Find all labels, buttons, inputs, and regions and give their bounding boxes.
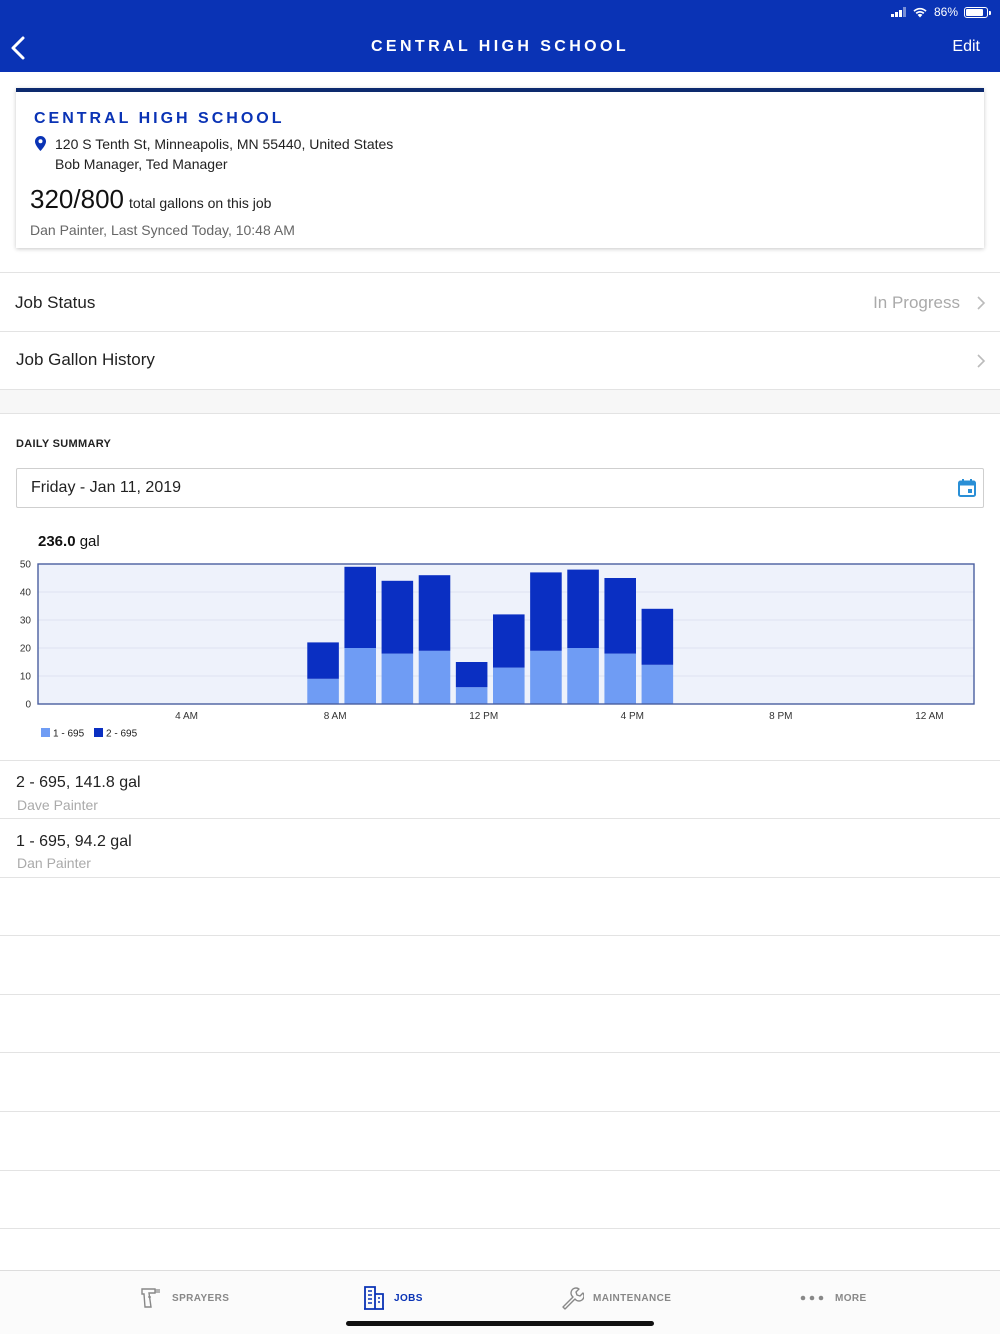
bar-segment [567, 569, 599, 648]
divider [0, 877, 1000, 878]
divider [0, 272, 1000, 273]
tab-sprayers-label: SPRAYERS [172, 1292, 230, 1304]
bar-segment [604, 653, 636, 704]
calendar-icon[interactable] [957, 478, 977, 498]
y-tick-label: 40 [20, 588, 32, 599]
tab-maintenance-label: MAINTENANCE [593, 1292, 672, 1304]
chevron-right-icon [977, 354, 986, 368]
edit-button[interactable]: Edit [952, 38, 980, 56]
sprayer-title: 2 - 695, 141.8 gal [16, 774, 141, 791]
legend-label: 1 - 695 [53, 729, 85, 740]
tab-maintenance[interactable]: MAINTENANCE [560, 1285, 671, 1311]
tab-more-label: MORE [835, 1292, 867, 1304]
divider [0, 1228, 1000, 1229]
divider [0, 935, 1000, 936]
navigation-bar: 86% CENTRAL HIGH SCHOOL Edit [0, 0, 1000, 72]
tab-more[interactable]: MORE [800, 1285, 867, 1311]
bar-segment [493, 667, 525, 704]
bar-segment [418, 650, 451, 704]
bar-segment [307, 678, 339, 704]
y-tick-label: 20 [20, 644, 32, 655]
bar-segment [530, 572, 562, 651]
bar-segment [455, 662, 488, 688]
bar-segment [344, 566, 376, 648]
gallons-total: 800 [80, 184, 125, 214]
divider [0, 331, 1000, 332]
job-summary-card: CENTRAL HIGH SCHOOL 120 S Tenth St, Minn… [16, 88, 984, 248]
job-status-value: In Progress [873, 293, 960, 312]
divider [0, 413, 1000, 414]
tab-jobs-label: JOBS [394, 1292, 423, 1304]
location-pin-icon [35, 136, 46, 151]
x-tick-label: 8 AM [324, 711, 347, 722]
more-dots-icon [800, 1295, 824, 1301]
sprayer-user: Dan Painter [17, 855, 91, 871]
selected-date: Friday - Jan 11, 2019 [31, 479, 182, 496]
battery-percent: 86% [933, 5, 958, 19]
date-picker[interactable]: Friday - Jan 11, 2019 [16, 468, 984, 508]
x-tick-label: 4 AM [175, 711, 198, 722]
legend-label: 2 - 695 [106, 729, 138, 740]
x-tick-label: 8 PM [769, 711, 792, 722]
page-title: CENTRAL HIGH SCHOOL [370, 38, 630, 55]
bar-segment [381, 580, 414, 654]
bar-segment [530, 650, 562, 704]
wrench-icon [562, 1287, 584, 1310]
battery-icon [964, 6, 991, 18]
divider [0, 1111, 1000, 1112]
y-tick-label: 30 [20, 616, 32, 627]
y-tick-label: 10 [20, 672, 32, 683]
daily-total: 236.0 gal [38, 533, 100, 550]
x-tick-label: 4 PM [621, 711, 644, 722]
x-tick-label: 12 AM [915, 711, 943, 722]
divider [0, 1052, 1000, 1053]
bar-segment [493, 614, 525, 668]
daily-total-unit: gal [79, 533, 100, 550]
status-bar: 86% [890, 4, 991, 20]
daily-summary-heading: DAILY SUMMARY [16, 438, 112, 450]
job-managers: Bob Manager, Ted Manager [55, 156, 228, 172]
x-tick-label: 12 PM [469, 711, 498, 722]
divider [0, 760, 1000, 761]
legend-swatch [41, 728, 50, 737]
bar-segment [455, 687, 488, 704]
job-address: 120 S Tenth St, Minneapolis, MN 55440, U… [55, 136, 394, 152]
bar-segment [307, 642, 339, 679]
tab-sprayers[interactable]: SPRAYERS [139, 1285, 229, 1311]
section-gap [0, 390, 1000, 414]
home-indicator [346, 1321, 654, 1326]
daily-gallons-chart: 50 40 30 20 10 0 4 AM 8 AM 12 PM 4 PM 8 PM 12 AM 1 -… [20, 560, 975, 740]
sprayer-title: 1 - 695, 94.2 gal [16, 833, 132, 850]
wifi-icon [913, 7, 927, 18]
sprayer-user: Dave Painter [17, 797, 98, 813]
spray-gun-icon [141, 1288, 160, 1308]
last-synced-text: Dan Painter, Last Synced Today, 10:48 AM [30, 222, 295, 238]
y-tick-label: 0 [25, 700, 31, 711]
divider [0, 818, 1000, 819]
bar-segment [418, 575, 451, 651]
bar-segment [641, 664, 674, 704]
divider [0, 994, 1000, 995]
legend-swatch [94, 728, 103, 737]
job-title: CENTRAL HIGH SCHOOL [34, 110, 285, 127]
bar-segment [641, 608, 674, 665]
daily-total-value: 236.0 [38, 533, 76, 550]
gallons-caption: total gallons on this job [129, 195, 272, 211]
bar-segment [567, 648, 599, 704]
job-gallon-history-label: Job Gallon History [16, 350, 155, 369]
chevron-right-icon [977, 296, 986, 310]
bar-segment [344, 648, 376, 704]
gallons-used: 320 [30, 184, 74, 214]
tab-jobs[interactable]: JOBS [363, 1285, 423, 1311]
divider [0, 1170, 1000, 1171]
cellular-signal-icon [890, 7, 906, 17]
bar-segment [604, 578, 636, 654]
y-tick-label: 50 [20, 560, 32, 571]
bar-segment [381, 653, 414, 704]
building-icon [364, 1286, 384, 1310]
gallons-summary: 320/800 total gallons on this job [30, 184, 272, 214]
job-status-label: Job Status [15, 293, 96, 312]
